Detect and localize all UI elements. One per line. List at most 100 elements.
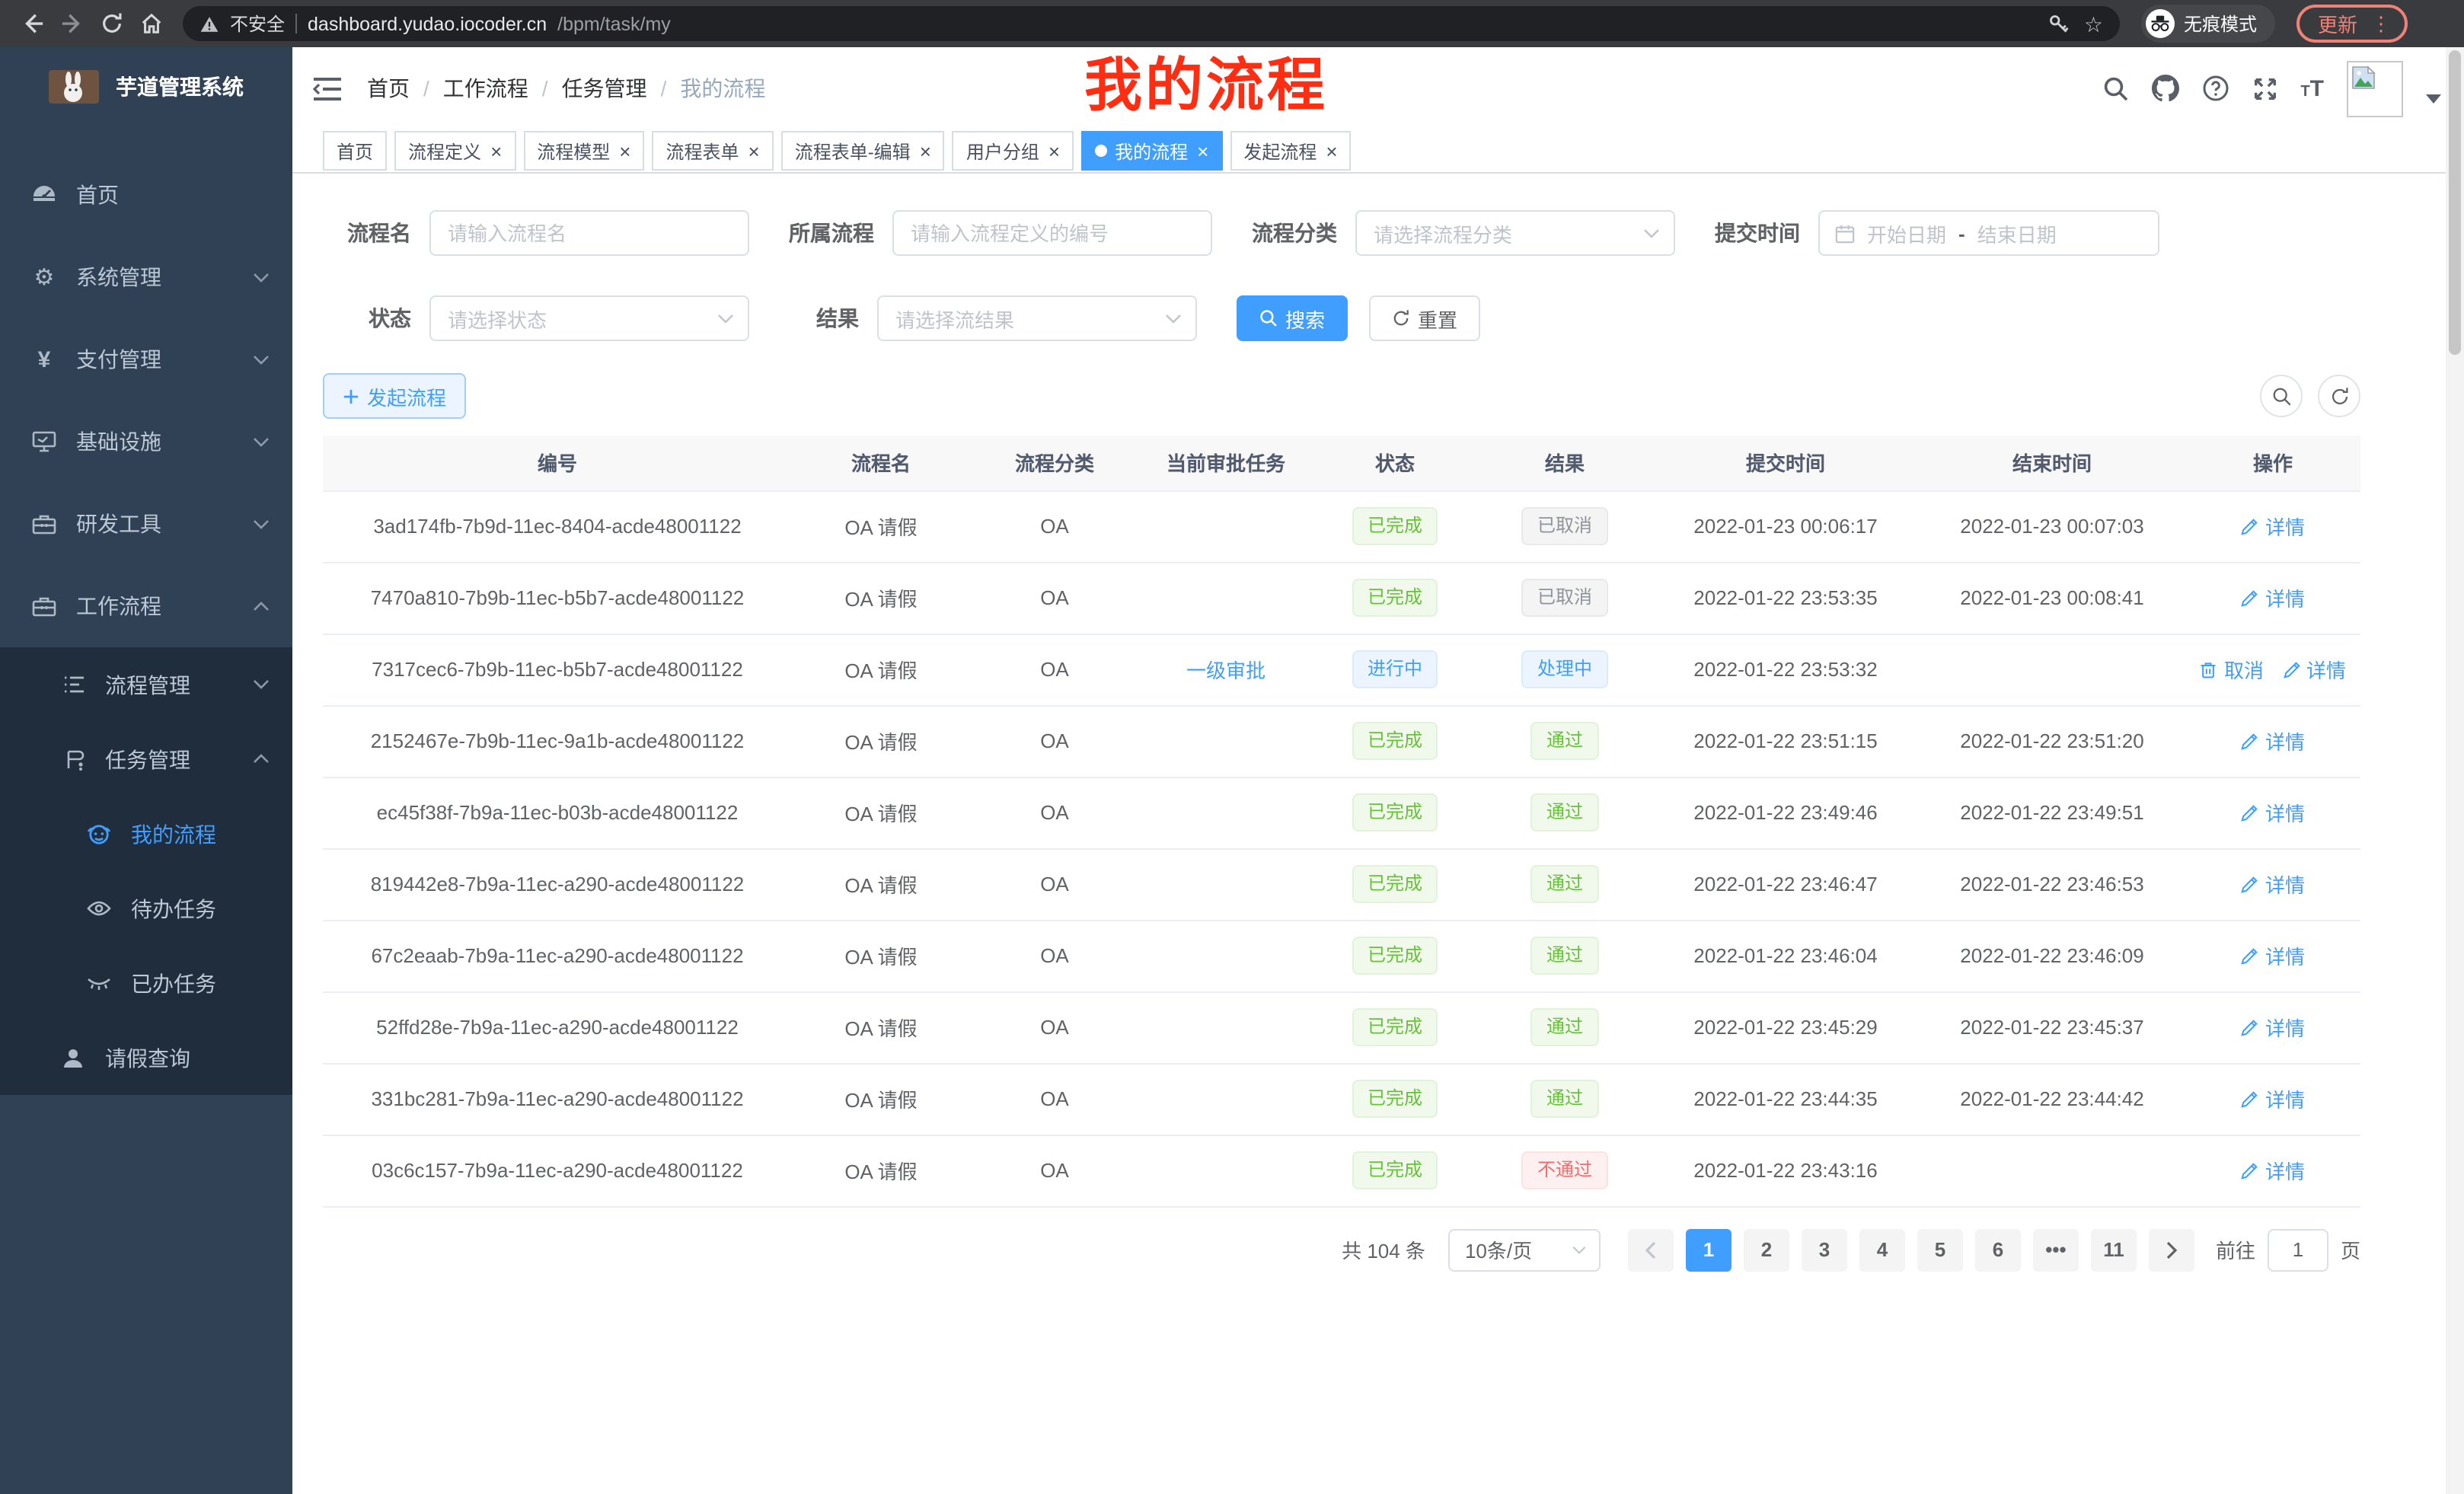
goto-page-input[interactable]	[2268, 1228, 2328, 1271]
tab-close-icon[interactable]: ×	[1197, 141, 1208, 161]
sidebar-item-process-management[interactable]: 流程管理	[0, 647, 292, 722]
tab-close-icon[interactable]: ×	[1048, 141, 1060, 161]
toggle-search-button[interactable]	[2260, 375, 2303, 417]
reset-button-label: 重置	[1418, 304, 1457, 333]
tags-view: 首页流程定义×流程模型×流程表单×流程表单-编辑×用户分组×我的流程× 发起流程 ×	[292, 129, 2464, 174]
page-button-5[interactable]: 5	[1917, 1228, 1963, 1271]
font-size-icon[interactable]: TT	[2300, 77, 2324, 100]
page-button-2[interactable]: 2	[1744, 1228, 1789, 1271]
tab-流程模型[interactable]: 流程模型×	[523, 131, 644, 171]
page-button-4[interactable]: 4	[1859, 1228, 1905, 1271]
detail-action-link[interactable]: 详情	[2241, 726, 2305, 755]
page-button-1[interactable]: 1	[1686, 1228, 1732, 1271]
sidebar-item-dev-tools[interactable]: 研发工具	[0, 483, 292, 565]
tab-首页[interactable]: 首页	[323, 131, 387, 171]
sidebar-collapse-icon[interactable]	[312, 75, 343, 101]
red-annotation: 我的流程	[1084, 53, 1328, 120]
detail-action-link[interactable]: 详情	[2241, 870, 2305, 899]
sidebar-item-system[interactable]: ⚙ 系统管理	[0, 236, 292, 318]
cell-name: OA 请假	[792, 1135, 970, 1206]
tab-close-icon[interactable]: ×	[490, 141, 502, 161]
app-logo[interactable]: 芋道管理系统	[0, 47, 292, 126]
sidebar-item-payment[interactable]: ¥ 支付管理	[0, 318, 292, 401]
sidebar-item-home[interactable]: 首页	[0, 154, 292, 236]
tab-流程表单[interactable]: 流程表单×	[652, 131, 773, 171]
sidebar-item-todo-tasks[interactable]: 待办任务	[0, 871, 292, 946]
status-select[interactable]: 请选择状态	[429, 295, 749, 341]
next-page-button[interactable]	[2149, 1228, 2194, 1271]
tab-close-icon[interactable]: ×	[1326, 141, 1337, 161]
not-secure-icon	[199, 14, 219, 33]
create-process-button[interactable]: 发起流程	[323, 373, 466, 419]
page-scrollbar[interactable]	[2446, 47, 2464, 1494]
sidebar-item-task-management[interactable]: 任务管理	[0, 722, 292, 796]
refresh-table-button[interactable]	[2318, 375, 2360, 417]
task-link[interactable]: 一级审批	[1186, 655, 1266, 684]
forward-icon[interactable]	[55, 7, 88, 40]
reset-button[interactable]: 重置	[1369, 295, 1480, 341]
detail-action-link[interactable]: 详情	[2241, 1156, 2305, 1185]
status-badge: 已完成	[1352, 1151, 1438, 1189]
detail-action-link[interactable]: 详情	[2241, 798, 2305, 827]
page-button-3[interactable]: 3	[1802, 1228, 1847, 1271]
sidebar-item-infrastructure[interactable]: 基础设施	[0, 401, 292, 483]
address-bar[interactable]: 不安全 dashboard.yudao.iocoder.cn/bpm/task/…	[183, 6, 2120, 41]
sidebar-item-done-tasks[interactable]: 已办任务	[0, 946, 292, 1020]
key-icon[interactable]	[2046, 7, 2073, 40]
page-button-6[interactable]: 6	[1975, 1228, 2021, 1271]
detail-action-link[interactable]: 详情	[2241, 1013, 2305, 1042]
breadcrumb-home[interactable]: 首页	[367, 73, 410, 104]
tab-发起流程[interactable]: 发起流程 ×	[1230, 131, 1351, 171]
breadcrumb-workflow[interactable]: 工作流程	[443, 73, 528, 104]
tab-close-icon[interactable]: ×	[748, 141, 760, 161]
tab-close-icon[interactable]: ×	[619, 141, 630, 161]
detail-action-link[interactable]: 详情	[2241, 941, 2305, 970]
chevron-down-icon	[1643, 228, 1660, 238]
sidebar-item-workflow[interactable]: 工作流程	[0, 565, 292, 647]
reload-icon[interactable]	[94, 7, 128, 40]
cancel-action-link[interactable]: 取消	[2200, 655, 2264, 684]
edit-icon	[2241, 589, 2259, 607]
home-icon[interactable]	[134, 7, 168, 40]
chrome-menu-icon[interactable]: ⋮	[2371, 14, 2391, 34]
breadcrumb-task-management[interactable]: 任务管理	[562, 73, 647, 104]
prev-page-button[interactable]	[1628, 1228, 1674, 1271]
column-header-流程分类: 流程分类	[970, 436, 1139, 490]
tab-流程定义[interactable]: 流程定义×	[394, 131, 515, 171]
page-button-11[interactable]: 11	[2091, 1228, 2137, 1271]
detail-action-link[interactable]: 详情	[2241, 512, 2305, 541]
sidebar-item-my-process[interactable]: 我的流程	[0, 796, 292, 871]
github-icon[interactable]	[2151, 75, 2178, 102]
back-icon[interactable]	[15, 7, 49, 40]
avatar[interactable]	[2347, 60, 2403, 117]
fullscreen-icon[interactable]	[2252, 75, 2277, 101]
bookmark-star-icon[interactable]: ☆	[2084, 13, 2103, 34]
avatar-caret-icon[interactable]	[2426, 94, 2441, 104]
page-size-select[interactable]: 10条/页	[1448, 1228, 1601, 1271]
help-icon[interactable]	[2201, 75, 2229, 102]
page-ellipsis[interactable]: •••	[2033, 1228, 2079, 1271]
submit-time-range[interactable]: 开始日期 - 结束日期	[1818, 210, 2159, 256]
tab-流程表单-编辑[interactable]: 流程表单-编辑×	[781, 131, 945, 171]
start-date-placeholder: 开始日期	[1867, 219, 1946, 247]
search-icon[interactable]	[2102, 75, 2128, 101]
cell-id: ec45f38f-7b9a-11ec-b03b-acde48001122	[323, 777, 792, 848]
detail-action-link[interactable]: 详情	[2282, 655, 2346, 684]
sidebar-item-leave-query[interactable]: 请假查询	[0, 1020, 292, 1095]
detail-action-link[interactable]: 详情	[2241, 583, 2305, 612]
tab-用户分组[interactable]: 用户分组×	[953, 131, 1074, 171]
tab-label: 发起流程	[1243, 138, 1317, 164]
result-select[interactable]: 请选择流结果	[877, 295, 1197, 341]
detail-action-link[interactable]: 详情	[2241, 1084, 2305, 1113]
action-label: 详情	[2265, 1013, 2305, 1042]
process-definition-input[interactable]	[892, 210, 1212, 256]
tab-close-icon[interactable]: ×	[920, 141, 931, 161]
pagination: 共 104 条 10条/页 123456•••11 前往 页	[323, 1228, 2360, 1271]
process-name-input[interactable]	[429, 210, 749, 256]
tab-我的流程[interactable]: 我的流程×	[1081, 131, 1222, 171]
cell-category: OA	[970, 777, 1139, 848]
chrome-update-button[interactable]: 更新 ⋮	[2296, 5, 2408, 43]
process-category-select[interactable]: 请选择流程分类	[1355, 210, 1675, 256]
search-button[interactable]: 搜索	[1237, 295, 1348, 341]
scrollbar-thumb[interactable]	[2449, 50, 2461, 355]
